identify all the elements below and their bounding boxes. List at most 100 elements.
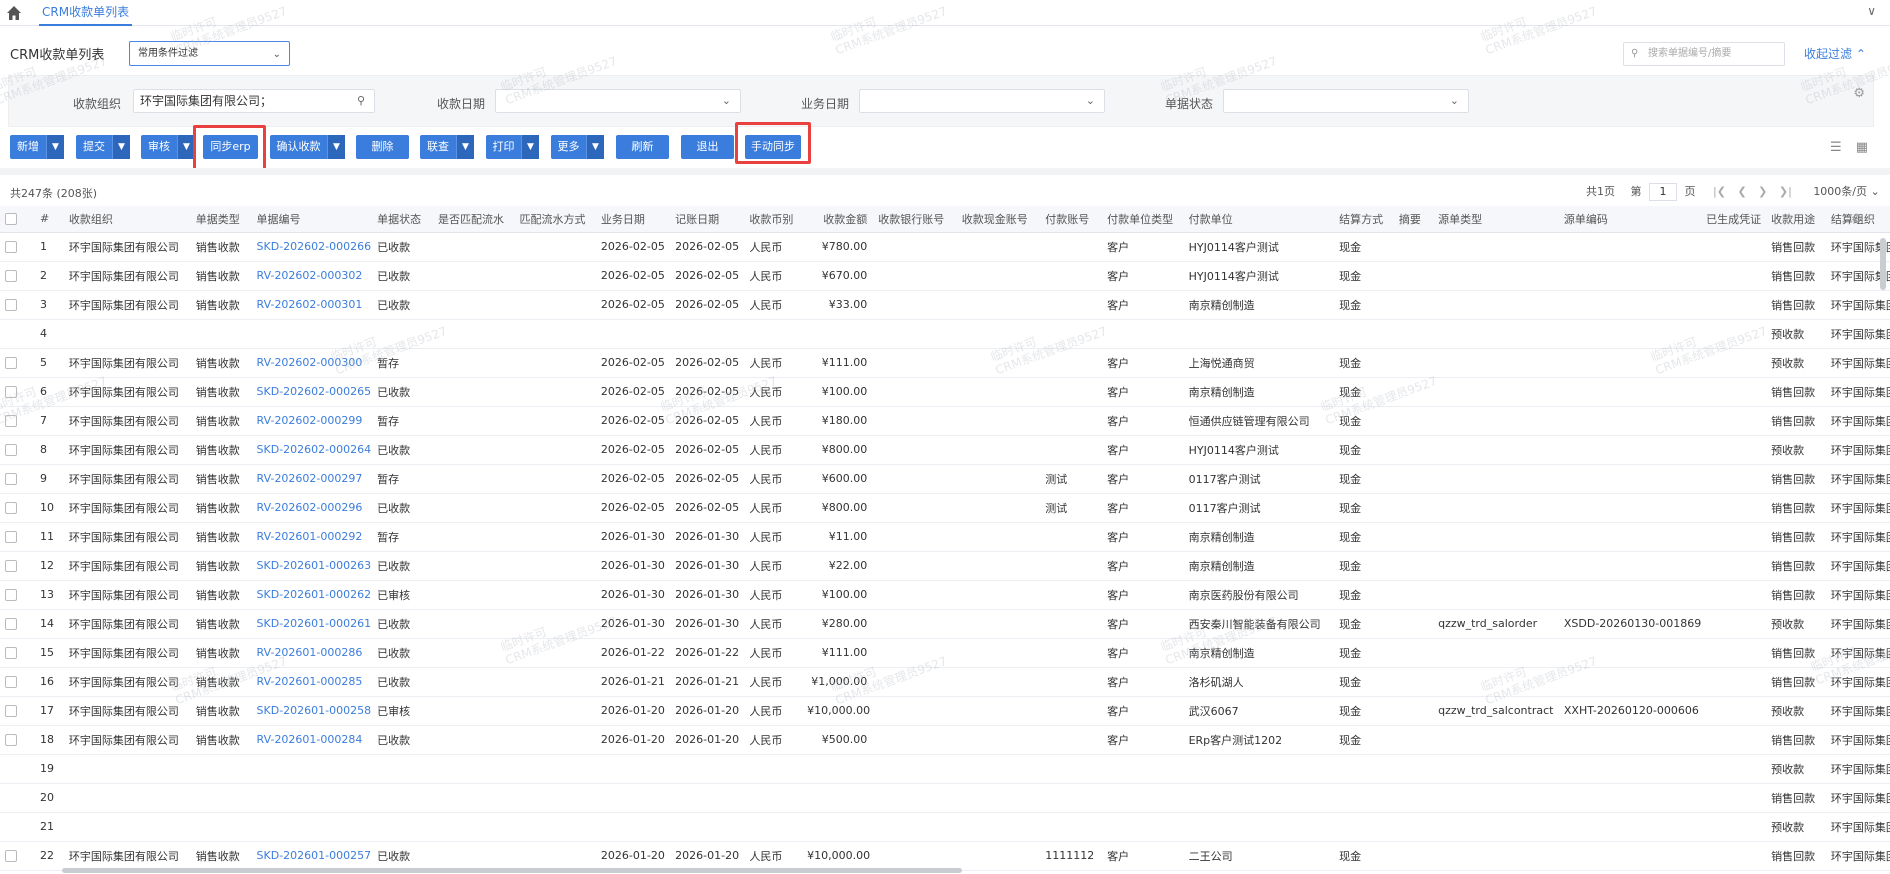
cell-bill[interactable]: SKD-202601-000261 [251, 609, 373, 639]
table-row[interactable]: 14 环宇国际集团有限公司 销售收款 SKD-202601-000261 已收款 2026… [0, 609, 1890, 639]
col-status[interactable]: 单据状态 [372, 206, 433, 233]
row-checkbox-cell[interactable] [0, 493, 36, 523]
col-summary[interactable]: 摘要 [1393, 206, 1434, 233]
row-checkbox-cell[interactable] [0, 406, 36, 436]
col-match-method[interactable]: 匹配流水方式 [514, 206, 596, 233]
cell-bill[interactable]: RV-202602-000300 [251, 348, 373, 378]
exit-button[interactable]: 退出 [681, 135, 734, 159]
col-use[interactable]: 收款用途 [1766, 206, 1826, 233]
chevron-down-icon[interactable]: ▼ [586, 135, 604, 159]
cell-bill[interactable]: SKD-202601-000258 [251, 696, 373, 726]
row-checkbox-cell[interactable] [0, 638, 36, 668]
row-checkbox[interactable] [5, 241, 17, 253]
table-row[interactable]: 8 环宇国际集团有限公司 销售收款 SKD-202602-000264 已收款 2026-… [0, 435, 1890, 465]
org-filter-input[interactable]: 环宇国际集团有限公司； ⚲ [133, 89, 375, 113]
row-checkbox[interactable] [5, 618, 17, 630]
row-checkbox-cell[interactable] [0, 290, 36, 320]
row-checkbox[interactable] [5, 589, 17, 601]
delete-button[interactable]: 删除 [356, 135, 409, 159]
link-query-button[interactable]: 联查 ▼ [420, 135, 474, 159]
prev-page-icon[interactable]: ❮ [1737, 185, 1746, 198]
cell-bill[interactable]: RV-202602-000302 [251, 261, 373, 291]
cell-bill[interactable] [251, 754, 373, 784]
search-input[interactable]: ⚲ 搜索单据编号/摘要 [1623, 42, 1785, 66]
print-button[interactable]: 打印 ▼ [486, 135, 539, 159]
horizontal-scrollbar[interactable] [62, 868, 962, 873]
receipt-date-select[interactable]: ⌄ [495, 89, 741, 113]
next-page-icon[interactable]: ❯ [1758, 185, 1767, 198]
grid-view-icon[interactable]: ▦ [1856, 140, 1868, 155]
col-cash-account[interactable]: 收款现金账号 [956, 206, 1041, 233]
refresh-button[interactable]: 刷新 [616, 135, 669, 159]
col-src-type[interactable]: 源单类型 [1433, 206, 1559, 233]
select-all-checkbox[interactable] [0, 206, 36, 233]
table-row[interactable]: 17 环宇国际集团有限公司 销售收款 SKD-202601-000258 已审核 2026… [0, 696, 1890, 726]
cell-bill[interactable]: RV-202602-000301 [251, 290, 373, 320]
col-bill-type[interactable]: 单据类型 [190, 206, 252, 233]
page-number-input[interactable]: 1 [1649, 183, 1677, 201]
row-checkbox-cell[interactable] [0, 377, 36, 407]
row-checkbox-cell[interactable] [0, 667, 36, 697]
cell-bill[interactable]: RV-202602-000297 [251, 464, 373, 494]
col-org[interactable]: 收款组织 [63, 206, 191, 233]
chevron-down-icon[interactable]: ▼ [456, 135, 474, 159]
row-checkbox[interactable] [5, 647, 17, 659]
row-checkbox[interactable] [5, 444, 17, 456]
col-index[interactable]: # [35, 206, 64, 233]
col-voucher[interactable]: 已生成凭证 [1701, 206, 1767, 233]
chevron-down-icon[interactable]: ∨ [1867, 4, 1876, 18]
col-src-code[interactable]: 源单编码 [1558, 206, 1702, 233]
row-checkbox-cell[interactable] [0, 754, 36, 784]
home-icon[interactable] [6, 5, 22, 21]
table-row[interactable]: 1 环宇国际集团有限公司 销售收款 SKD-202602-000266 已收款 2026-… [0, 232, 1890, 262]
status-filter-select[interactable]: ⌄ [1223, 89, 1469, 113]
cell-bill[interactable]: SKD-202601-000263 [251, 551, 373, 581]
chevron-down-icon[interactable]: ▼ [521, 135, 539, 159]
biz-date-select[interactable]: ⌄ [859, 89, 1105, 113]
col-biz-date[interactable]: 业务日期 [595, 206, 671, 233]
table-row[interactable]: 19 预收款环宇国际集团有限 [0, 754, 1890, 784]
row-checkbox[interactable] [5, 502, 17, 514]
col-pay-account[interactable]: 付款账号 [1040, 206, 1103, 233]
table-row[interactable]: 6 环宇国际集团有限公司 销售收款 SKD-202602-000265 已收款 2026-… [0, 377, 1890, 407]
table-row[interactable]: 4 预收款环宇国际集团有限 [0, 319, 1890, 349]
cell-bill[interactable]: RV-202601-000292 [251, 522, 373, 552]
audit-button[interactable]: 审核 ▼ [141, 135, 195, 159]
filter-scheme-select[interactable]: 常用条件过滤 ⌄ [129, 41, 290, 66]
row-checkbox-cell[interactable] [0, 609, 36, 639]
table-row[interactable]: 5 环宇国际集团有限公司 销售收款 RV-202602-000300 暂存 2026-02… [0, 348, 1890, 378]
cell-bill[interactable]: SKD-202602-000266 [251, 232, 373, 262]
row-checkbox[interactable] [5, 270, 17, 282]
cell-bill[interactable]: RV-202601-000285 [251, 667, 373, 697]
confirm-receipt-button[interactable]: 确认收款 ▼ [270, 135, 345, 159]
col-payer[interactable]: 付款单位 [1183, 206, 1335, 233]
col-payer-type[interactable]: 付款单位类型 [1102, 206, 1184, 233]
cell-bill[interactable]: SKD-202601-000257 [251, 841, 373, 871]
row-checkbox[interactable] [5, 415, 17, 427]
chevron-down-icon[interactable]: ▼ [112, 135, 130, 159]
row-checkbox[interactable] [5, 299, 17, 311]
row-checkbox-cell[interactable] [0, 551, 36, 581]
tab-crm-receipt-list[interactable]: CRM收款单列表 [39, 0, 133, 26]
table-row[interactable]: 10 环宇国际集团有限公司 销售收款 RV-202602-000296 已收款 2026-… [0, 493, 1890, 523]
row-checkbox-cell[interactable] [0, 319, 36, 349]
row-checkbox-cell[interactable] [0, 783, 36, 813]
row-checkbox-cell[interactable] [0, 261, 36, 291]
cell-bill[interactable]: RV-202601-000284 [251, 725, 373, 755]
row-checkbox[interactable] [5, 531, 17, 543]
row-checkbox[interactable] [5, 676, 17, 688]
column-settings-gear-icon[interactable]: ⚙ [1851, 212, 1863, 227]
table-row[interactable]: 2 环宇国际集团有限公司 销售收款 RV-202602-000302 已收款 2026-0… [0, 261, 1890, 291]
chevron-down-icon[interactable]: ▼ [46, 135, 64, 159]
row-checkbox[interactable] [5, 357, 17, 369]
page-size-select[interactable]: 1000条/页 ⌄ [1813, 185, 1879, 198]
table-row[interactable]: 15 环宇国际集团有限公司 销售收款 RV-202601-000286 已收款 2026-… [0, 638, 1890, 668]
first-page-icon[interactable]: |❮ [1713, 185, 1726, 198]
table-row[interactable]: 11 环宇国际集团有限公司 销售收款 RV-202601-000292 暂存 2026-0… [0, 522, 1890, 552]
cell-bill[interactable] [251, 319, 373, 349]
vertical-scrollbar[interactable] [1880, 238, 1886, 290]
cell-bill[interactable] [251, 812, 373, 842]
cell-bill[interactable] [251, 783, 373, 813]
row-checkbox[interactable] [5, 473, 17, 485]
add-button[interactable]: 新增 ▼ [10, 135, 64, 159]
